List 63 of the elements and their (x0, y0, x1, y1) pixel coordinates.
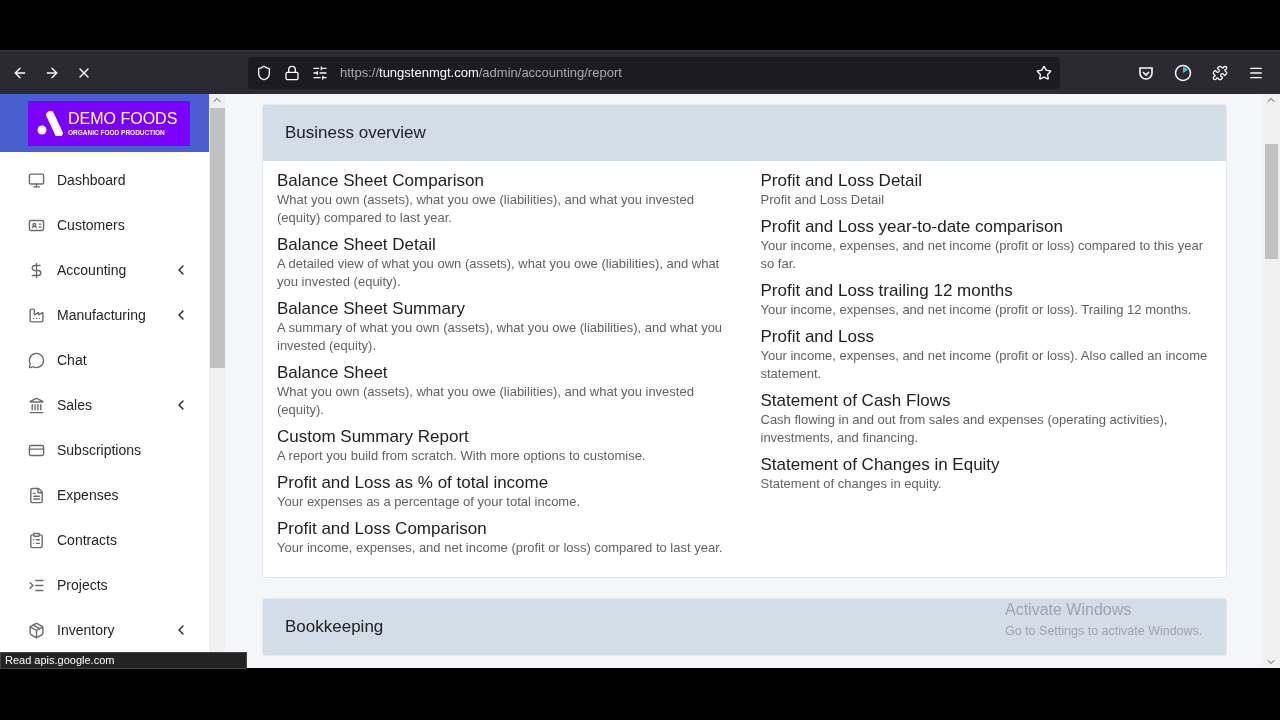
sidebar-item[interactable]: Customers (0, 208, 209, 242)
address-bar[interactable]: https://tungstenmgt.com/admin/accounting/report (248, 56, 1060, 89)
permissions-icon[interactable] (312, 64, 328, 81)
report-title[interactable]: Balance Sheet (277, 363, 729, 383)
bank-icon (28, 396, 45, 414)
report-title[interactable]: Profit and Loss trailing 12 months (760, 281, 1212, 301)
report-description: A detailed view of what you own (assets), what you owe (liabilities), and what you invested (equity). (277, 255, 721, 291)
sidebar-item[interactable]: Chat (0, 343, 209, 377)
sidebar-item[interactable]: Inventory (0, 613, 209, 647)
pocket-icon[interactable] (1138, 64, 1154, 81)
sidebar-item[interactable]: Projects (0, 568, 209, 602)
report-title[interactable]: Profit and Loss (760, 327, 1212, 347)
report-description: What you own (assets), what you owe (liabilities), and what you invested (equity) compared to last year. (277, 191, 695, 227)
activation-text: Go to Settings to activate Windows. (1005, 623, 1203, 640)
report-description: Your income, expenses, and net income (profit or loss). Also called an income statement. (760, 347, 1209, 383)
logo-name: DEMO FOODS (68, 109, 178, 128)
sidebar-item[interactable]: Dashboard (0, 163, 209, 197)
clipboard-icon (28, 531, 45, 549)
activation-title: Activate Windows (1005, 600, 1133, 620)
report-title[interactable]: Balance Sheet Summary (277, 299, 729, 319)
section-title: Business overview (285, 122, 426, 145)
star-icon[interactable] (1036, 64, 1052, 81)
report-title[interactable]: Profit and Loss Comparison (277, 519, 729, 539)
sidebar-item[interactable]: Sales (0, 388, 209, 422)
extensions-icon[interactable] (1212, 64, 1228, 81)
lock-icon (284, 64, 300, 81)
report-title[interactable]: Balance Sheet Comparison (277, 171, 729, 191)
report-title[interactable]: Statement of Changes in Equity (760, 455, 1212, 475)
logo-mark-icon (36, 110, 64, 136)
status-tooltip: Read apis.google.com (0, 652, 247, 669)
sidebar-item[interactable]: Subscriptions (0, 433, 209, 467)
report-description: Statement of changes in equity. (760, 475, 943, 493)
report-title[interactable]: Profit and Loss as % of total income (277, 473, 729, 493)
document-icon (28, 486, 45, 504)
sidebar-item[interactable]: Contracts (0, 523, 209, 557)
report-description: Cash flowing in and out from sales and expenses (operating activities), investments, and financing. (760, 411, 1169, 447)
report-title[interactable]: Custom Summary Report (277, 427, 729, 447)
report-description: Your income, expenses, and net income (profit or loss). Trailing 12 months. (760, 301, 1193, 319)
report-description: What you own (assets), what you owe (liabilities), and what you invested (equity). (277, 383, 695, 419)
scrollbar-thumb[interactable] (209, 108, 225, 368)
report-description: Profit and Loss Detail (760, 191, 886, 209)
shield-icon[interactable] (256, 64, 272, 81)
report-title[interactable]: Statement of Cash Flows (760, 391, 1212, 411)
chat-bubble-icon (28, 351, 45, 369)
scrollbar-thumb[interactable] (1264, 144, 1278, 259)
progress-circle-icon[interactable] (1174, 63, 1192, 82)
factory-icon (28, 306, 45, 324)
sidebar-item[interactable]: Expenses (0, 478, 209, 512)
page-scrollbar[interactable] (1262, 94, 1280, 668)
report-description: Your income, expenses, and net income (profit or loss) compared to last year. (277, 539, 724, 557)
sidebar-item[interactable]: Accounting (0, 253, 209, 287)
report-title[interactable]: Profit and Loss Detail (760, 171, 1212, 191)
report-description: A summary of what you own (assets), what you owe (liabilities), and what you invested (equity). (277, 319, 724, 355)
monitor-icon (28, 171, 45, 189)
report-title[interactable]: Profit and Loss year-to-date comparison (760, 217, 1212, 237)
report-description: A report you build from scratch. With more options to customise. (277, 447, 647, 465)
box-icon (28, 621, 45, 639)
sidebar-item[interactable]: Manufacturing (0, 298, 209, 332)
report-description: Your income, expenses, and net income (profit or loss) compared to this year so far. (760, 237, 1204, 273)
url-text[interactable]: https://tungstenmgt.com/admin/accounting/report (340, 62, 622, 83)
section-title: Bookkeeping (285, 616, 384, 639)
report-description: Your expenses as a percentage of your total income. (277, 493, 582, 511)
report-title[interactable]: Balance Sheet Detail (277, 235, 729, 255)
